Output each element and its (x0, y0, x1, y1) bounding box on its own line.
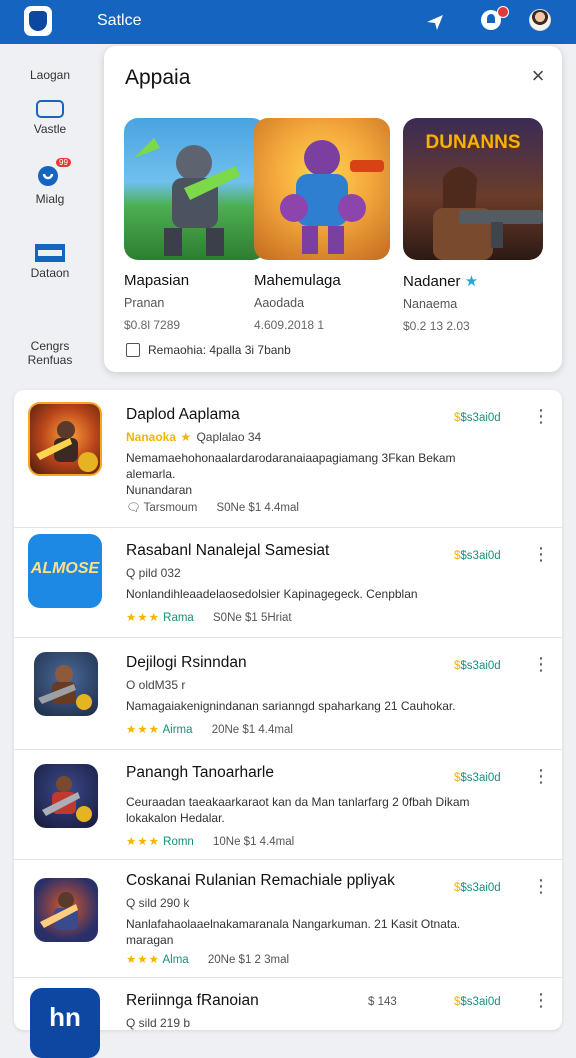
star-icon: ★ (464, 273, 479, 290)
app-title: Coskanai Rulanian Remachiale ppliyak (126, 872, 395, 889)
app-price-alt: $ 143 (368, 996, 397, 1008)
more-options-icon[interactable]: ⋮ (532, 407, 550, 425)
app-icon-text: hn (49, 1002, 81, 1032)
sidebar-item-vastle[interactable]: Vastle (0, 100, 100, 136)
app-title: Satlce (97, 12, 142, 29)
app-footer: ★★★ Airma 20Ne $1 4.4mal (126, 724, 293, 736)
app-tile-stat: $0.8l 7289 (124, 318, 181, 332)
app-tile[interactable]: Mahemulaga Aaodada 4.609.2018 1 (254, 118, 396, 332)
sidebar-item-center[interactable]: Cengrs Renfuas (0, 325, 100, 367)
app-meta: Q sild 219 b (126, 1016, 191, 1030)
app-description: Nanlafahaolaaelnakamaranala Nangarkuman.… (126, 917, 461, 947)
comment-icon: 🗨 (126, 502, 141, 514)
sidebar-item-label: Vastle (33, 122, 67, 136)
app-title: Rasabanl Nanalejal Samesiat (126, 542, 330, 559)
more-options-icon[interactable]: ⋮ (532, 545, 550, 563)
app-title: Dejilogi Rsinndan (126, 654, 247, 671)
mail-badge: 99 (56, 158, 71, 167)
app-price: $$s3ai0d (454, 772, 501, 784)
app-price: $$s3ai0d (454, 882, 501, 894)
user-avatar[interactable] (529, 9, 551, 31)
app-footer: ★★★ Alma 20Ne $1 2 3mal (126, 954, 290, 966)
featured-apps-dialog: Appaia × Mapasian Pranan $0.8l 7289 Mahe… (104, 46, 562, 372)
app-icon: ALMOSE (28, 534, 102, 608)
app-tile-developer: Pranan (124, 296, 165, 310)
sidebar-item-label: Laogan (29, 68, 71, 82)
app-logo-icon[interactable] (24, 6, 52, 36)
sidebar-item-data[interactable]: Dataon (0, 244, 100, 280)
notification-bell-icon[interactable] (481, 6, 509, 30)
sidebar-item-mail[interactable]: 99 Mialg (0, 158, 100, 206)
app-tile-stat: $0.2 13 2.03 (403, 319, 470, 333)
app-meta: Q pild 032 (126, 566, 181, 580)
list-item[interactable]: hn Reriinnga fRanoian Q sild 219 b $ 143… (14, 978, 562, 1058)
app-footer: ★★★ Romn 10Ne $1 4.4mal (126, 836, 295, 848)
list-item[interactable]: ALMOSE Rasabanl Nanalejal Samesiat Q pil… (14, 528, 562, 638)
list-item[interactable]: Daplod Aaplama Nanaoka ★ Qaplalao 34 Nem… (14, 390, 562, 528)
data-icon (35, 244, 65, 262)
app-price: $$s3ai0d (454, 412, 501, 424)
app-icon (34, 764, 98, 828)
close-icon[interactable]: × (528, 65, 548, 87)
mail-icon: 99 (36, 158, 71, 188)
app-tile[interactable]: DUNANNS Nadaner ★ Nanaema $0.2 13 2.03 (403, 118, 545, 333)
app-tile-image: DUNANNS (403, 118, 543, 260)
send-icon[interactable] (423, 10, 447, 34)
sidebar-item-label: Mialg (35, 192, 65, 206)
app-icon: hn (30, 988, 100, 1058)
app-tile-developer: Aaodada (254, 296, 305, 310)
app-price: $$s3ai0d (454, 996, 501, 1008)
app-meta: O oldM35 r (126, 678, 186, 692)
app-description: Nonlandihleaadelaosedolsier Kapinagegeck… (126, 587, 418, 601)
app-description: Nemamaehohonaalardarodaranaiaapagiamang … (126, 451, 456, 497)
app-tile[interactable]: Mapasian Pranan $0.8l 7289 (124, 118, 266, 332)
list-item[interactable]: Panangh Tanoarharle Ceuraadan taeakaarka… (14, 750, 562, 860)
remember-checkbox[interactable] (126, 343, 140, 357)
app-meta: Nanaoka ★ Qaplalao 34 (126, 430, 262, 444)
more-options-icon[interactable]: ⋮ (532, 655, 550, 673)
app-tile-image (124, 118, 266, 260)
list-item[interactable]: Dejilogi Rsinndan O oldM35 r Namagaiaken… (14, 638, 562, 750)
message-icon (36, 100, 64, 118)
app-title: Reriinnga fRanoian (126, 992, 259, 1009)
app-tile-stat: 4.609.2018 1 (254, 318, 325, 332)
app-footer: 🗨 Tarsmoum S0Ne $1 4.4mal (126, 502, 299, 514)
sidebar: Laogan Vastle 99 Mialg Dataon Cengrs Ren… (0, 44, 104, 384)
checkbox-label: Remaohia: 4palla 3i 7banb (148, 343, 291, 357)
app-title: Panangh Tanoarharle (126, 764, 274, 781)
app-description: Namagaiakenignindanan sarianngd spaharka… (126, 699, 456, 713)
more-options-icon[interactable]: ⋮ (532, 991, 550, 1009)
app-title: Daplod Aaplama (126, 406, 240, 423)
list-item[interactable]: Coskanai Rulanian Remachiale ppliyak Q s… (14, 860, 562, 978)
sidebar-item-login[interactable]: Laogan (0, 68, 100, 82)
app-tile-image (254, 118, 390, 260)
app-icon (34, 652, 98, 716)
more-options-icon[interactable]: ⋮ (532, 767, 550, 785)
more-options-icon[interactable]: ⋮ (532, 877, 550, 895)
top-app-bar: Satlce (0, 0, 576, 44)
app-tile-name: Mapasian (124, 272, 190, 289)
app-icon-text: ALMOSE (30, 560, 100, 577)
sidebar-item-label: Cengrs Renfuas (27, 339, 73, 367)
app-tile-name: Nadaner ★ (403, 273, 479, 290)
app-tile-developer: Nanaema (403, 297, 458, 311)
app-footer: ★★★ Rama S0Ne $1 5Hriat (126, 612, 292, 624)
app-icon (34, 878, 98, 942)
app-list: Daplod Aaplama Nanaoka ★ Qaplalao 34 Nem… (14, 390, 562, 1058)
dialog-title: Appaia (125, 66, 191, 89)
app-description: Ceuraadan taeakaarkaraot kan da Man tanl… (126, 795, 470, 825)
app-price: $$s3ai0d (454, 550, 501, 562)
app-tile-name: Mahemulaga (254, 272, 341, 289)
app-icon (28, 402, 102, 476)
app-price: $$s3ai0d (454, 660, 501, 672)
app-meta: Q sild 290 k (126, 896, 190, 910)
notification-dot (497, 6, 509, 18)
dialog-footer: Remaohia: 4palla 3i 7banb (126, 343, 291, 357)
sidebar-item-label: Dataon (30, 266, 70, 280)
